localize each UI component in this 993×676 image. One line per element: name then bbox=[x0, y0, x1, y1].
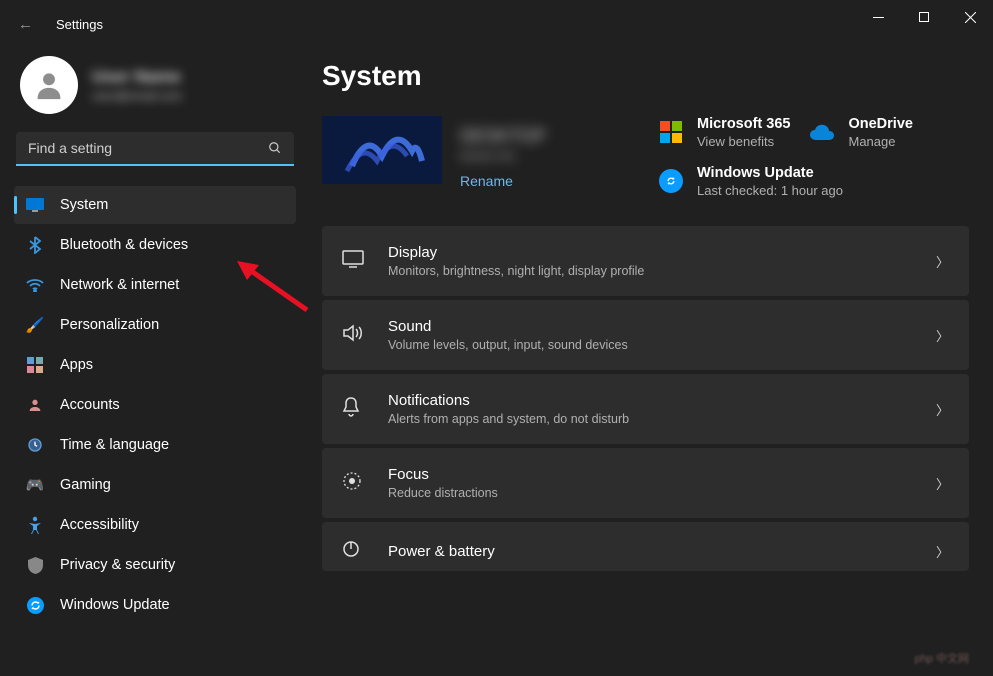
sidebar-item-apps[interactable]: Apps bbox=[14, 346, 296, 384]
sidebar-item-label: Accounts bbox=[60, 397, 120, 413]
user-text: User Name user@email.com bbox=[92, 67, 182, 103]
chevron-right-icon: 〉 bbox=[936, 252, 949, 271]
setting-title: Sound bbox=[388, 318, 914, 335]
update-icon bbox=[26, 596, 44, 614]
sidebar-item-label: Bluetooth & devices bbox=[60, 237, 188, 253]
back-button[interactable]: ← bbox=[18, 16, 38, 33]
sidebar-item-label: Personalization bbox=[60, 317, 159, 333]
watermark: php 中文网 bbox=[915, 650, 969, 666]
sidebar-item-label: Privacy & security bbox=[60, 557, 175, 573]
shield-icon bbox=[26, 556, 44, 574]
sidebar-item-accessibility[interactable]: Accessibility bbox=[14, 506, 296, 544]
power-icon bbox=[342, 540, 366, 563]
sidebar-item-time[interactable]: Time & language bbox=[14, 426, 296, 464]
sidebar-item-label: Apps bbox=[60, 357, 93, 373]
sidebar-item-label: System bbox=[60, 197, 108, 213]
sidebar-item-gaming[interactable]: 🎮 Gaming bbox=[14, 466, 296, 504]
device-thumbnail bbox=[322, 116, 442, 184]
setting-notifications[interactable]: Notifications Alerts from apps and syste… bbox=[322, 374, 969, 444]
chevron-right-icon: 〉 bbox=[936, 542, 949, 561]
apps-icon bbox=[26, 356, 44, 374]
setting-subtitle: Monitors, brightness, night light, displ… bbox=[388, 264, 914, 278]
settings-list: Display Monitors, brightness, night ligh… bbox=[322, 226, 969, 571]
nav: System Bluetooth & devices Network & int… bbox=[14, 186, 296, 624]
bell-icon bbox=[342, 397, 366, 422]
ms365-icon bbox=[657, 118, 685, 146]
sidebar-item-personalization[interactable]: 🖌️ Personalization bbox=[14, 306, 296, 344]
titlebar: ← Settings bbox=[0, 0, 993, 48]
sidebar-item-update[interactable]: Windows Update bbox=[14, 586, 296, 624]
sidebar-item-system[interactable]: System bbox=[14, 186, 296, 224]
bluetooth-icon bbox=[26, 236, 44, 254]
setting-title: Display bbox=[388, 244, 914, 261]
sound-icon bbox=[342, 324, 366, 347]
user-profile[interactable]: User Name user@email.com bbox=[20, 56, 296, 114]
card-windows-update[interactable]: Windows Update Last checked: 1 hour ago bbox=[657, 165, 969, 198]
window-title: Settings bbox=[56, 17, 103, 32]
cloud-icon bbox=[808, 118, 836, 146]
card-title: Windows Update bbox=[697, 165, 843, 181]
sidebar-item-label: Gaming bbox=[60, 477, 111, 493]
setting-title: Focus bbox=[388, 466, 914, 483]
setting-focus[interactable]: Focus Reduce distractions 〉 bbox=[322, 448, 969, 518]
main-content: System DESKTOP Model info Rename bbox=[310, 48, 993, 676]
chevron-right-icon: 〉 bbox=[936, 326, 949, 345]
card-subtitle: Last checked: 1 hour ago bbox=[697, 183, 843, 198]
brush-icon: 🖌️ bbox=[26, 316, 44, 334]
setting-subtitle: Reduce distractions bbox=[388, 486, 914, 500]
search-wrap bbox=[14, 132, 296, 166]
setting-sound[interactable]: Sound Volume levels, output, input, soun… bbox=[322, 300, 969, 370]
setting-display[interactable]: Display Monitors, brightness, night ligh… bbox=[322, 226, 969, 296]
person-icon bbox=[26, 396, 44, 414]
window-controls bbox=[855, 15, 993, 33]
search-input[interactable] bbox=[16, 132, 294, 166]
sidebar-item-privacy[interactable]: Privacy & security bbox=[14, 546, 296, 584]
update-icon bbox=[657, 167, 685, 195]
card-microsoft365[interactable]: Microsoft 365 View benefits bbox=[657, 116, 790, 149]
device-model: Model info bbox=[460, 149, 546, 163]
sidebar-item-accounts[interactable]: Accounts bbox=[14, 386, 296, 424]
card-title: OneDrive bbox=[848, 116, 912, 132]
sidebar-item-label: Accessibility bbox=[60, 517, 139, 533]
device-info: DESKTOP Model info Rename bbox=[460, 116, 546, 198]
gamepad-icon: 🎮 bbox=[26, 476, 44, 494]
accessibility-icon bbox=[26, 516, 44, 534]
display-icon bbox=[26, 196, 44, 214]
setting-subtitle: Volume levels, output, input, sound devi… bbox=[388, 338, 914, 352]
sidebar: User Name user@email.com System Bluetoot… bbox=[0, 48, 310, 676]
chevron-right-icon: 〉 bbox=[936, 400, 949, 419]
minimize-button[interactable] bbox=[855, 1, 901, 33]
sidebar-item-label: Network & internet bbox=[60, 277, 179, 293]
page-title: System bbox=[322, 60, 969, 92]
setting-title: Notifications bbox=[388, 392, 914, 409]
close-button[interactable] bbox=[947, 1, 993, 33]
card-title: Microsoft 365 bbox=[697, 116, 790, 132]
display-icon bbox=[342, 250, 366, 273]
card-onedrive[interactable]: OneDrive Manage bbox=[808, 116, 912, 149]
user-name: User Name bbox=[92, 67, 182, 87]
chevron-right-icon: 〉 bbox=[936, 474, 949, 493]
search-icon bbox=[268, 141, 282, 158]
device-name: DESKTOP bbox=[460, 126, 546, 147]
sidebar-item-network[interactable]: Network & internet bbox=[14, 266, 296, 304]
user-email: user@email.com bbox=[92, 89, 182, 103]
sidebar-item-label: Windows Update bbox=[60, 597, 170, 613]
sidebar-item-label: Time & language bbox=[60, 437, 169, 453]
maximize-button[interactable] bbox=[901, 1, 947, 33]
wifi-icon bbox=[26, 276, 44, 294]
setting-subtitle: Alerts from apps and system, do not dist… bbox=[388, 412, 914, 426]
rename-link[interactable]: Rename bbox=[460, 173, 546, 189]
info-cards: Microsoft 365 View benefits OneDrive Man… bbox=[657, 116, 969, 198]
sidebar-item-bluetooth[interactable]: Bluetooth & devices bbox=[14, 226, 296, 264]
card-subtitle: View benefits bbox=[697, 134, 790, 149]
top-row: DESKTOP Model info Rename Microsoft 365 … bbox=[322, 116, 969, 198]
device-column: DESKTOP Model info Rename bbox=[322, 116, 639, 198]
card-subtitle: Manage bbox=[848, 134, 912, 149]
clock-icon bbox=[26, 436, 44, 454]
focus-icon bbox=[342, 471, 366, 496]
avatar bbox=[20, 56, 78, 114]
setting-power[interactable]: Power & battery 〉 bbox=[322, 522, 969, 571]
setting-title: Power & battery bbox=[388, 543, 914, 560]
